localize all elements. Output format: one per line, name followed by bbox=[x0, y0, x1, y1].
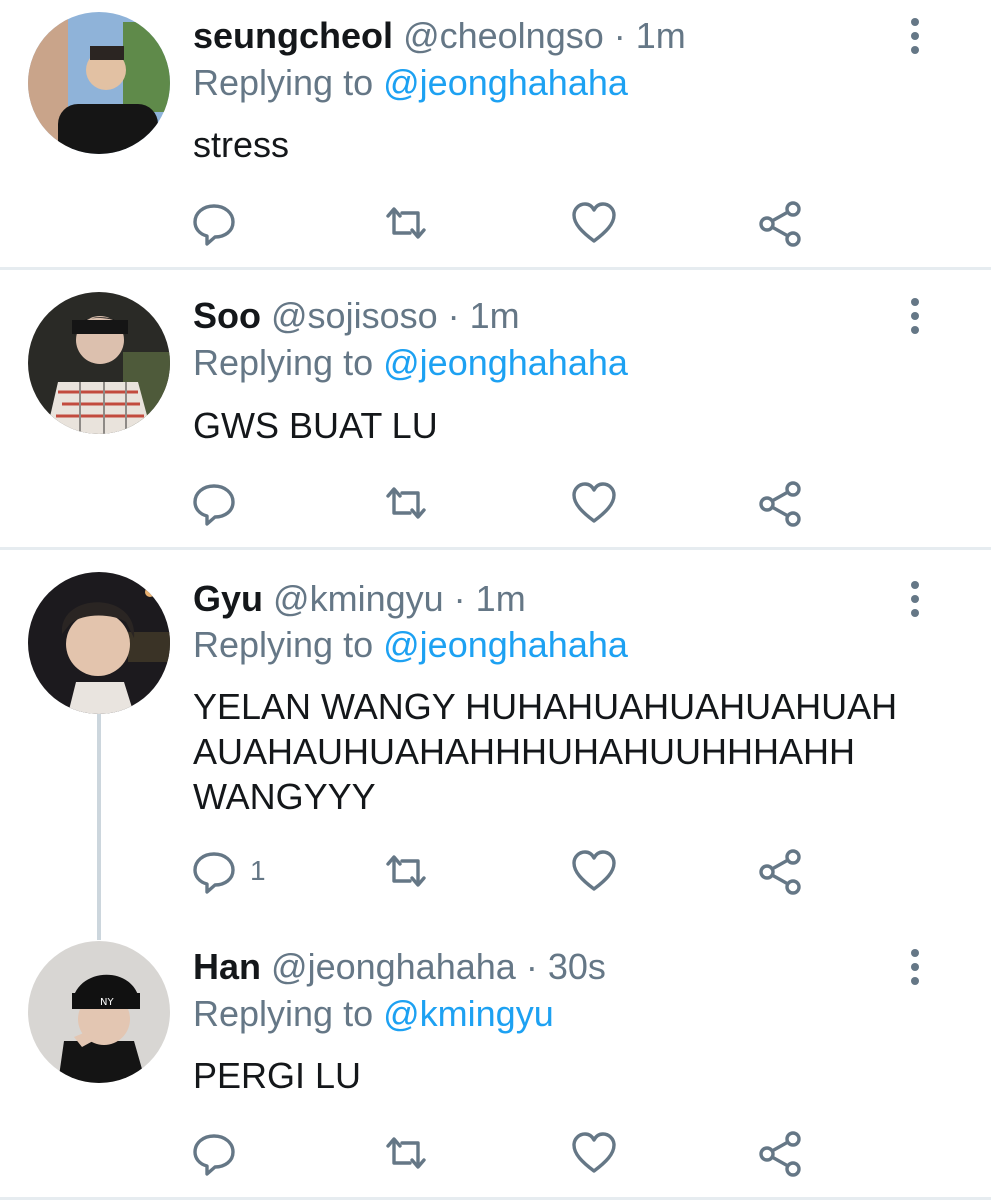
tweet-3[interactable]: Gyu @kmingyu · 1m Replying to @jeonghaha… bbox=[0, 550, 991, 920]
avatar[interactable] bbox=[28, 12, 170, 154]
separator: · bbox=[453, 578, 466, 619]
separator: · bbox=[525, 946, 538, 987]
tweet-4[interactable]: NY Han @jeonghahaha · 30s Replying to @k… bbox=[0, 920, 991, 1197]
user-handle[interactable]: @cheolngso bbox=[403, 15, 604, 56]
display-name[interactable]: Han bbox=[193, 946, 261, 987]
share-icon bbox=[756, 199, 804, 247]
replying-to-line: Replying to @jeonghahaha bbox=[193, 623, 628, 667]
display-name[interactable]: Soo bbox=[193, 295, 261, 336]
reply-icon bbox=[190, 199, 238, 247]
avatar[interactable] bbox=[28, 572, 170, 714]
tweet-header: seungcheol @cheolngso · 1m bbox=[193, 14, 686, 58]
replying-to-mention[interactable]: @jeonghahaha bbox=[383, 62, 628, 103]
tweet-1[interactable]: seungcheol @cheolngso · 1m Replying to @… bbox=[0, 0, 991, 268]
user-handle[interactable]: @jeonghahaha bbox=[271, 946, 516, 987]
tweet-text: PERGI LU bbox=[193, 1055, 362, 1096]
like-icon bbox=[570, 199, 618, 247]
replying-prefix: Replying to bbox=[193, 62, 374, 103]
replying-to-line: Replying to @jeonghahaha bbox=[193, 341, 628, 385]
display-name[interactable]: Gyu bbox=[193, 578, 263, 619]
separator: · bbox=[447, 295, 460, 336]
reply-icon bbox=[190, 847, 238, 895]
retweet-icon bbox=[382, 479, 430, 527]
user-handle[interactable]: @kmingyu bbox=[273, 578, 444, 619]
tweet-actions bbox=[190, 1128, 890, 1178]
timestamp[interactable]: 30s bbox=[548, 946, 606, 987]
share-icon bbox=[756, 479, 804, 527]
more-vertical-icon[interactable] bbox=[900, 945, 930, 989]
avatar[interactable]: NY bbox=[28, 941, 170, 1083]
replying-to-line: Replying to @kmingyu bbox=[193, 992, 554, 1036]
share-button[interactable] bbox=[756, 846, 804, 896]
share-button[interactable] bbox=[756, 198, 804, 248]
tweet-text: stress bbox=[193, 124, 290, 165]
like-icon bbox=[570, 1129, 618, 1177]
retweet-button[interactable] bbox=[382, 1128, 430, 1178]
like-icon bbox=[570, 479, 618, 527]
timestamp[interactable]: 1m bbox=[476, 578, 526, 619]
tweet-text: GWS BUAT LU bbox=[193, 405, 438, 446]
timestamp[interactable]: 1m bbox=[470, 295, 520, 336]
like-icon bbox=[570, 847, 618, 895]
tweet-header: Soo @sojisoso · 1m bbox=[193, 294, 520, 338]
like-button[interactable] bbox=[570, 478, 618, 528]
more-vertical-icon[interactable] bbox=[900, 577, 930, 621]
tweet-header: Gyu @kmingyu · 1m bbox=[193, 577, 526, 621]
like-button[interactable] bbox=[570, 1128, 618, 1178]
share-icon bbox=[756, 1129, 804, 1177]
more-vertical-icon[interactable] bbox=[900, 294, 930, 338]
like-button[interactable] bbox=[570, 198, 618, 248]
reply-icon bbox=[190, 479, 238, 527]
retweet-button[interactable] bbox=[382, 198, 430, 248]
replying-prefix: Replying to bbox=[193, 993, 374, 1034]
svg-text:NY: NY bbox=[100, 997, 114, 1008]
tweet-actions bbox=[190, 198, 890, 248]
tweet-text: YELAN WANGY HUHAHUAHUAHUAHUAH AUAHAUHUAH… bbox=[193, 686, 898, 817]
replying-to-mention[interactable]: @jeonghahaha bbox=[383, 624, 628, 665]
retweet-icon bbox=[382, 847, 430, 895]
retweet-button[interactable] bbox=[382, 846, 430, 896]
separator: · bbox=[613, 15, 626, 56]
like-button[interactable] bbox=[570, 846, 618, 896]
replying-prefix: Replying to bbox=[193, 342, 374, 383]
retweet-icon bbox=[382, 199, 430, 247]
reply-button[interactable]: 1 bbox=[190, 846, 266, 896]
share-button[interactable] bbox=[756, 1128, 804, 1178]
display-name[interactable]: seungcheol bbox=[193, 15, 393, 56]
reply-count: 1 bbox=[250, 855, 266, 886]
replying-to-mention[interactable]: @kmingyu bbox=[383, 993, 554, 1034]
retweet-icon bbox=[382, 1129, 430, 1177]
replying-prefix: Replying to bbox=[193, 624, 374, 665]
avatar[interactable] bbox=[28, 292, 170, 434]
tweet-header: Han @jeonghahaha · 30s bbox=[193, 945, 606, 989]
reply-icon bbox=[190, 1129, 238, 1177]
more-vertical-icon[interactable] bbox=[900, 14, 930, 58]
tweet-2[interactable]: Soo @sojisoso · 1m Replying to @jeonghah… bbox=[0, 270, 991, 548]
share-button[interactable] bbox=[756, 478, 804, 528]
replying-to-mention[interactable]: @jeonghahaha bbox=[383, 342, 628, 383]
reply-button[interactable] bbox=[190, 1128, 250, 1178]
reply-button[interactable] bbox=[190, 198, 250, 248]
share-icon bbox=[756, 847, 804, 895]
retweet-button[interactable] bbox=[382, 478, 430, 528]
timestamp[interactable]: 1m bbox=[636, 15, 686, 56]
user-handle[interactable]: @sojisoso bbox=[271, 295, 438, 336]
tweet-actions bbox=[190, 478, 890, 528]
reply-button[interactable] bbox=[190, 478, 250, 528]
tweet-actions: 1 bbox=[190, 846, 890, 896]
replying-to-line: Replying to @jeonghahaha bbox=[193, 61, 628, 105]
